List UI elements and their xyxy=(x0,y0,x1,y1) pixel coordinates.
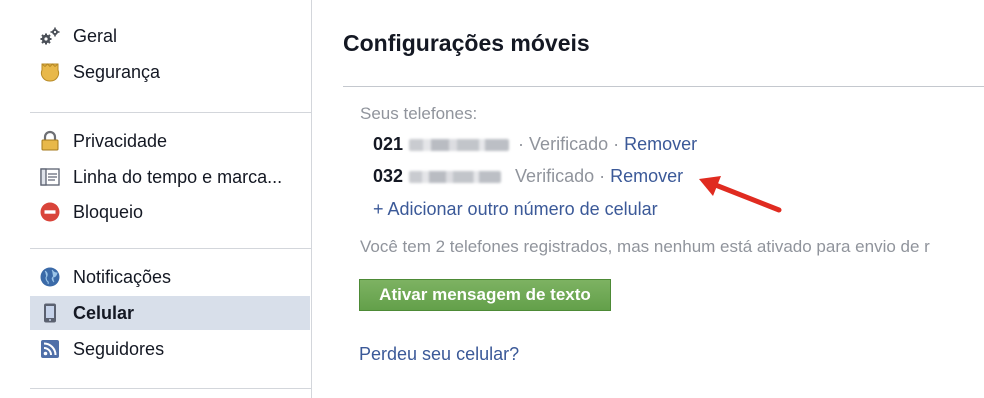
sidebar-item-seguranca[interactable]: Segurança xyxy=(30,55,310,89)
sidebar-item-seguidores[interactable]: Seguidores xyxy=(30,332,310,366)
sidebar-item-celular[interactable]: Celular xyxy=(30,296,310,330)
mobile-phone-icon xyxy=(39,302,61,324)
add-phone-link[interactable]: + Adicionar outro número de celular xyxy=(373,199,658,220)
sidebar-item-notificacoes[interactable]: Notificações xyxy=(30,260,310,294)
phone-number-prefix: 021 xyxy=(373,134,404,154)
sidebar-item-bloqueio[interactable]: Bloqueio xyxy=(30,195,310,229)
gears-icon xyxy=(39,25,61,47)
title-divider xyxy=(343,86,984,87)
page-title: Configurações móveis xyxy=(343,30,590,56)
phone-row: 021 · Verificado · Remover xyxy=(373,134,697,155)
sidebar-divider xyxy=(30,388,311,389)
verified-status: Verificado xyxy=(529,134,609,154)
redacted-phone-number xyxy=(409,170,502,183)
sidebar-item-geral[interactable]: Geral xyxy=(30,19,310,53)
sidebar-item-label: Segurança xyxy=(73,61,161,82)
sidebar-item-label: Linha do tempo e marca... xyxy=(73,166,283,187)
phone-number-prefix: 032 xyxy=(373,166,404,186)
verified-status: Verificado xyxy=(515,166,595,186)
block-icon xyxy=(39,201,61,223)
separator: · xyxy=(599,166,606,186)
security-badge-icon xyxy=(39,61,61,83)
globe-icon xyxy=(39,266,61,288)
info-text: Você tem 2 telefones registrados, mas ne… xyxy=(360,237,930,256)
activate-text-messaging-button[interactable]: Ativar mensagem de texto xyxy=(359,279,611,311)
sidebar-item-privacidade[interactable]: Privacidade xyxy=(30,124,310,158)
phones-label: Seus telefones: xyxy=(360,104,478,123)
rss-icon xyxy=(39,338,61,360)
sidebar-item-label: Bloqueio xyxy=(73,201,144,222)
sidebar-item-label: Geral xyxy=(73,25,118,46)
sidebar-item-label: Seguidores xyxy=(73,338,165,359)
redacted-phone-number xyxy=(409,138,510,151)
sidebar-item-label: Notificações xyxy=(73,266,172,287)
sidebar-divider xyxy=(30,112,311,113)
sidebar-item-label: Celular xyxy=(73,302,135,323)
lock-icon xyxy=(39,130,61,152)
sidebar-item-label: Privacidade xyxy=(73,130,168,151)
separator: · xyxy=(613,134,620,154)
sidebar-divider xyxy=(30,248,311,249)
remove-phone-link[interactable]: Remover xyxy=(610,166,683,187)
timeline-icon xyxy=(39,166,61,188)
settings-sidebar: Geral Segurança Privacidade Linha do tem… xyxy=(0,0,312,398)
annotation-arrow-icon xyxy=(699,176,782,213)
separator: · xyxy=(518,134,525,154)
lost-phone-link[interactable]: Perdeu seu celular? xyxy=(359,344,519,365)
remove-phone-link[interactable]: Remover xyxy=(624,134,697,155)
sidebar-item-linha-do-tempo[interactable]: Linha do tempo e marca... xyxy=(30,160,310,194)
phone-row: 032 Verificado · Remover xyxy=(373,166,683,187)
